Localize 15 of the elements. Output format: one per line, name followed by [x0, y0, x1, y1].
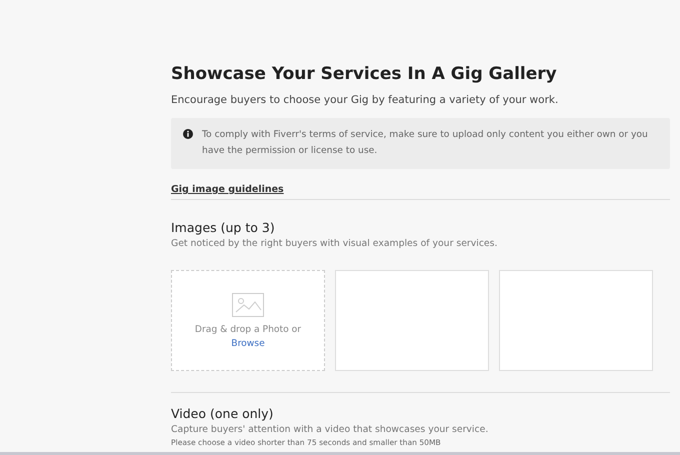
dropzone-text: Drag & drop a Photo or	[194, 324, 302, 334]
section-heading: Video (one only)	[171, 406, 274, 421]
image-slot[interactable]	[499, 270, 653, 371]
section-description: Capture buyers' attention with a video that showcases your service.	[171, 424, 490, 435]
page-subtitle: Encourage buyers to choose your Gig by featuring a variety of your work.	[171, 94, 560, 106]
guidelines-link[interactable]: Gig image guidelines	[171, 184, 284, 195]
notice-text: To comply with Fiverr's terms of service, make sure to upload only content you either own or you have the permission or license to use.	[202, 128, 649, 158]
image-icon	[232, 292, 264, 316]
section-description: Get noticed by the right buyers with visual examples of your services.	[171, 238, 498, 249]
section-heading: Images (up to 3)	[171, 220, 276, 235]
photo-dropzone[interactable]: Drag & drop a Photo or Browse	[171, 270, 325, 371]
image-slot[interactable]	[335, 270, 489, 371]
browse-link[interactable]: Browse	[231, 338, 265, 348]
page-title: Showcase Your Services In A Gig Gallery	[171, 64, 558, 84]
info-icon	[183, 129, 193, 139]
